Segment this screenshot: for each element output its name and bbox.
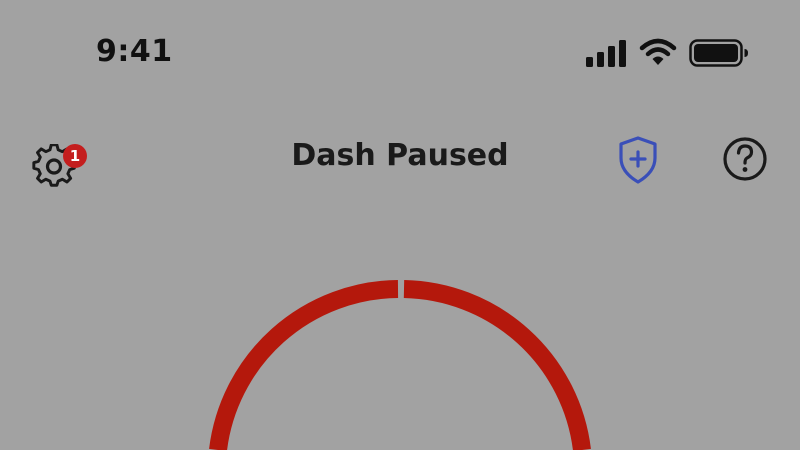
- top-nav-bar: 1 Dash Paused: [0, 110, 800, 200]
- battery-icon: [689, 39, 748, 67]
- notification-badge: 1: [63, 144, 87, 168]
- help-button[interactable]: [718, 132, 774, 188]
- status-bar: 9:41: [0, 0, 800, 100]
- timer-ring-right-arc: [403, 280, 591, 450]
- page-title: Dash Paused: [291, 138, 509, 173]
- wifi-icon: [639, 38, 677, 65]
- settings-button[interactable]: 1: [28, 132, 87, 188]
- question-circle-icon: [723, 137, 767, 181]
- cellular-signal-icon: [586, 40, 626, 67]
- status-time: 9:41: [96, 34, 173, 69]
- shield-plus-icon: [619, 136, 657, 184]
- safety-toolkit-button[interactable]: [610, 132, 666, 188]
- timer-ring-left-arc: [209, 280, 399, 450]
